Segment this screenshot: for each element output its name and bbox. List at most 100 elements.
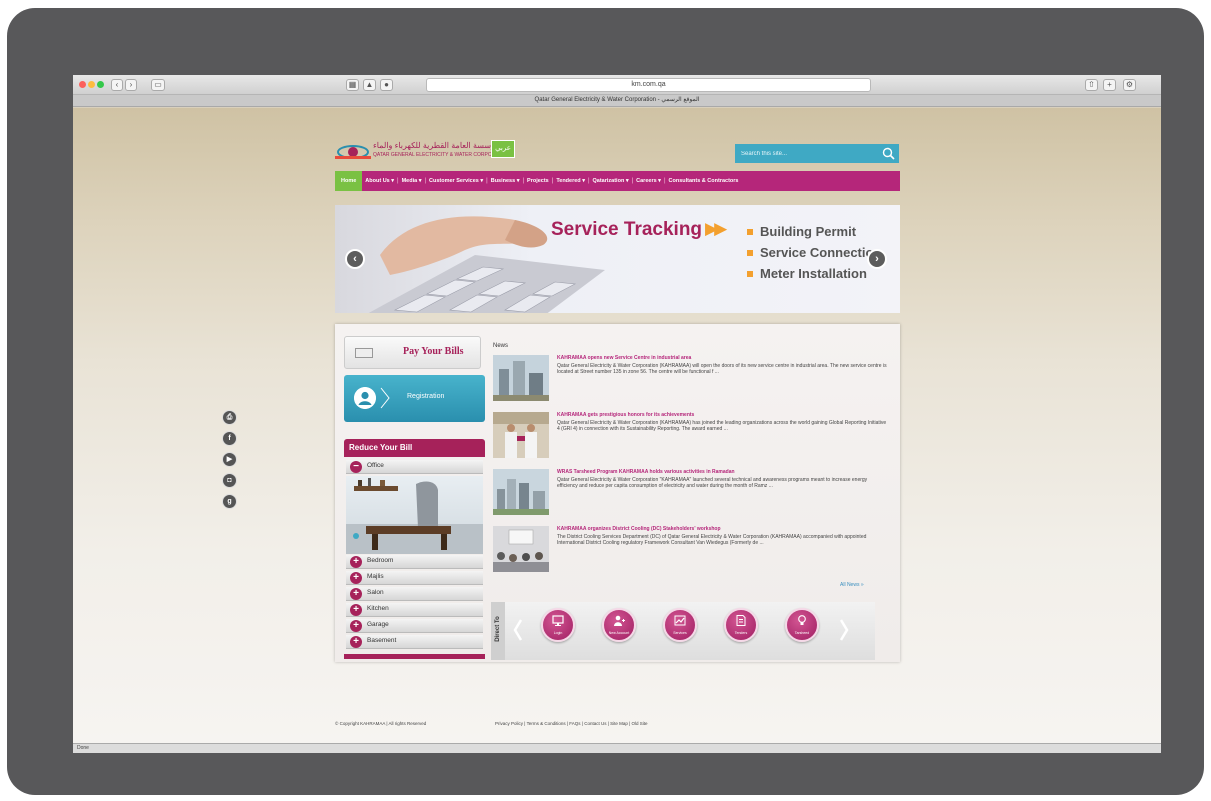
- tab-bar[interactable]: Qatar General Electricity & Water Corpor…: [73, 95, 1161, 107]
- slider-prev-icon[interactable]: ‹: [345, 249, 365, 269]
- registration-button[interactable]: Registration: [344, 375, 485, 422]
- nav-home[interactable]: Home: [335, 171, 363, 191]
- nav-customer-services[interactable]: Customer Services ▾: [426, 171, 486, 191]
- footer-links[interactable]: Privacy Policy | Terms & Conditions | FA…: [495, 721, 648, 726]
- carousel-prev-icon[interactable]: [513, 618, 523, 642]
- bill-icon: [355, 348, 373, 358]
- room-label: Basement: [367, 637, 397, 644]
- forward-icon[interactable]: ›: [125, 79, 137, 91]
- news-thumbnail: [493, 412, 549, 458]
- room-item-office[interactable]: − Office: [346, 460, 483, 474]
- room-item-basement[interactable]: + Basement: [346, 635, 483, 649]
- expand-icon: +: [350, 636, 362, 648]
- news-thumbnail: [493, 526, 549, 572]
- city-skyline-image: [493, 469, 549, 515]
- device-frame: ‹ › ▭ ▦ ▲ ● km.com.qa ⇧ + ⚙ Qatar Genera…: [7, 8, 1204, 795]
- room-label: Office: [367, 462, 384, 469]
- quick-link-new-account[interactable]: New Account: [602, 608, 636, 642]
- nav-business[interactable]: Business ▾: [488, 171, 523, 191]
- pay-bills-label: Pay Your Bills: [403, 346, 464, 357]
- news-item[interactable]: KAHRAMAA opens new Service Centre in ind…: [493, 355, 888, 401]
- office-illustration: [346, 478, 483, 554]
- news-thumbnail: [493, 469, 549, 515]
- quick-link-label: Services: [673, 631, 687, 635]
- news-title[interactable]: KAHRAMAA organizes District Cooling (DC)…: [557, 526, 721, 532]
- room-item-majlis[interactable]: + Majlis: [346, 571, 483, 585]
- room-item-garage[interactable]: + Garage: [346, 619, 483, 633]
- logo-english-text: QATAR GENERAL ELECTRICITY & WATER CORPOR…: [373, 152, 511, 158]
- nav-qatarization[interactable]: Qatarization ▾: [590, 171, 632, 191]
- quick-link-tenders[interactable]: Tenders: [724, 608, 758, 642]
- expand-icon: +: [350, 556, 362, 568]
- room-item-salon[interactable]: + Salon: [346, 587, 483, 601]
- news-item[interactable]: KAHRAMAA gets prestigious honors for its…: [493, 412, 888, 458]
- nav-consultants[interactable]: Consultants & Contractors: [666, 171, 742, 191]
- hero-slider[interactable]: Service Tracking ▶▶ Building Permit Serv…: [335, 205, 900, 313]
- pay-bills-button[interactable]: Pay Your Bills: [344, 336, 481, 369]
- privacy-icon[interactable]: ●: [380, 79, 393, 91]
- nav-tendered[interactable]: Tendered ▾: [553, 171, 588, 191]
- buildings-image: [493, 355, 549, 401]
- quick-links-tab-label: Direct To: [495, 616, 501, 642]
- site-logo[interactable]: المؤسسة العامة القطرية للكهرباء والماء Q…: [335, 140, 510, 166]
- youtube-icon[interactable]: ▶: [222, 452, 237, 467]
- sidebar-toggle-icon[interactable]: ▭: [151, 79, 165, 91]
- bulb-icon: [798, 615, 806, 625]
- zoom-window-icon[interactable]: [97, 81, 104, 88]
- room-item-bedroom[interactable]: + Bedroom: [346, 555, 483, 569]
- expand-icon: +: [350, 572, 362, 584]
- slide-bullet: Meter Installation: [747, 266, 881, 281]
- news-item[interactable]: KAHRAMAA organizes District Cooling (DC)…: [493, 526, 888, 572]
- reduce-bill-header: Reduce Your Bill: [344, 439, 485, 457]
- print-icon[interactable]: ⎙: [222, 410, 237, 425]
- language-toggle-button[interactable]: عربي: [491, 140, 515, 158]
- quick-link-label: Login: [553, 631, 563, 635]
- news-item[interactable]: WRAS Tarsheed Program KAHRAMAA holds var…: [493, 469, 888, 515]
- quick-link-login[interactable]: Login: [541, 608, 575, 642]
- new-tab-icon[interactable]: +: [1103, 79, 1116, 91]
- slider-next-icon[interactable]: ›: [867, 249, 887, 269]
- search-input[interactable]: [735, 144, 875, 163]
- nav-about-us[interactable]: About Us ▾: [362, 171, 397, 191]
- carousel-next-icon[interactable]: [839, 618, 849, 642]
- news-summary: Qatar General Electricity & Water Corpor…: [557, 477, 868, 490]
- minimize-window-icon[interactable]: [88, 81, 95, 88]
- news-title[interactable]: WRAS Tarsheed Program KAHRAMAA holds var…: [557, 469, 735, 475]
- downloads-icon[interactable]: ⚙: [1123, 79, 1136, 91]
- browser-toolbar: ‹ › ▭ ▦ ▲ ● km.com.qa ⇧ + ⚙: [73, 75, 1161, 95]
- address-bar[interactable]: km.com.qa: [426, 78, 871, 92]
- slide-title: Service Tracking: [551, 219, 703, 240]
- instagram-icon[interactable]: ◘: [222, 473, 237, 488]
- quick-link-services[interactable]: Services: [663, 608, 697, 642]
- slide-arrows-icon: ▶▶: [705, 219, 727, 238]
- all-news-link[interactable]: All News »: [840, 582, 864, 588]
- room-item-kitchen[interactable]: + Kitchen: [346, 603, 483, 617]
- quick-links-bar: Direct To Login New Account Services Ten…: [491, 602, 875, 660]
- office-image: [346, 476, 483, 554]
- quick-link-tarsheed[interactable]: Tarsheed: [785, 608, 819, 642]
- facebook-icon[interactable]: f: [222, 431, 237, 446]
- footer-copyright: © Copyright KAHRAMAA | All rights Reserv…: [335, 721, 427, 726]
- quick-links-tab[interactable]: Direct To: [491, 602, 505, 660]
- reader-icon[interactable]: ▲: [363, 79, 376, 91]
- registration-label: Registration: [407, 393, 445, 400]
- browser-window: ‹ › ▭ ▦ ▲ ● km.com.qa ⇧ + ⚙ Qatar Genera…: [73, 75, 1161, 753]
- search-icon[interactable]: [882, 147, 895, 160]
- nav-media[interactable]: Media ▾: [399, 171, 425, 191]
- webpage: المؤسسة العامة القطرية للكهرباء والماء Q…: [73, 108, 1161, 743]
- nav-projects[interactable]: Projects: [524, 171, 552, 191]
- logo-arabic-text: المؤسسة العامة القطرية للكهرباء والماء: [373, 141, 505, 150]
- googleplus-icon[interactable]: g: [222, 494, 237, 509]
- close-window-icon[interactable]: [79, 81, 86, 88]
- bookmarks-icon[interactable]: ▦: [346, 79, 359, 91]
- news-title[interactable]: KAHRAMAA gets prestigious honors for its…: [557, 412, 694, 418]
- share-icon[interactable]: ⇧: [1085, 79, 1098, 91]
- quick-link-label: Tarsheed: [794, 631, 810, 635]
- room-label: Garage: [367, 621, 389, 628]
- news-title[interactable]: KAHRAMAA opens new Service Centre in ind…: [557, 355, 691, 361]
- room-label: Kitchen: [367, 605, 389, 612]
- back-icon[interactable]: ‹: [111, 79, 123, 91]
- document-icon: [736, 615, 746, 626]
- slide-bullets: Building Permit Service Connection Meter…: [747, 224, 881, 287]
- nav-careers[interactable]: Careers ▾: [633, 171, 664, 191]
